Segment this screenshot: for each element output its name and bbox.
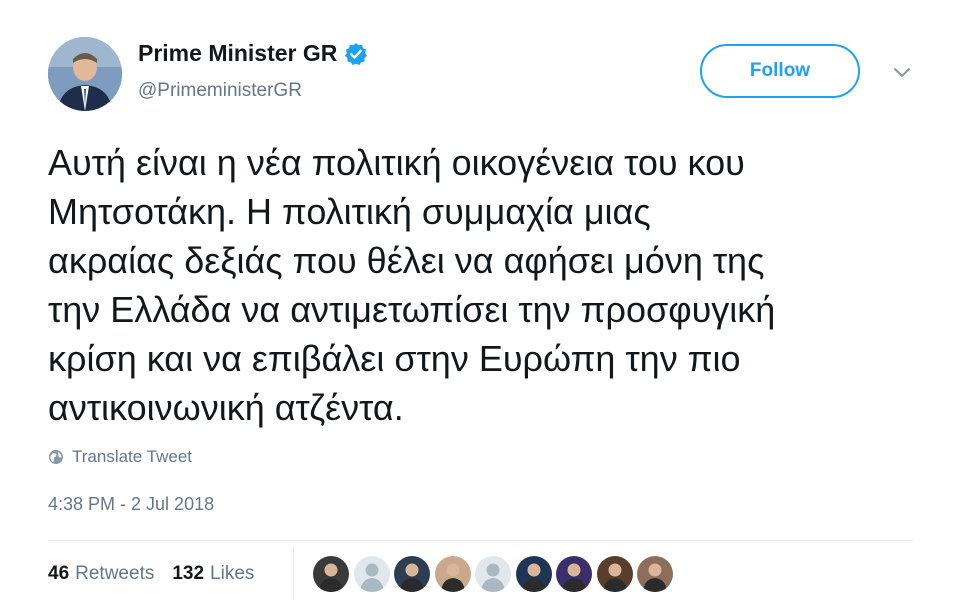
default-avatar-icon xyxy=(475,556,511,592)
retweets-label: Retweets xyxy=(75,563,155,584)
liker-avatar-icon xyxy=(313,556,349,592)
author-handle[interactable]: @PrimeministerGR xyxy=(138,80,302,102)
default-avatar-icon xyxy=(353,556,390,592)
tweet-text-line: Αυτή είναι η νέα πολιτική οικογένεια του… xyxy=(48,142,745,183)
stats-divider xyxy=(293,548,294,600)
likes-count: 132 xyxy=(172,563,205,584)
person-avatar-icon xyxy=(48,37,122,111)
liker-avatar[interactable] xyxy=(434,556,471,592)
retweets-stat[interactable]: 46 Retweets xyxy=(48,563,154,585)
author-display-name[interactable]: Prime Minister GR xyxy=(138,40,337,67)
liker-avatar[interactable] xyxy=(596,556,633,592)
author-avatar[interactable] xyxy=(48,37,122,111)
liker-avatar[interactable] xyxy=(394,556,430,592)
tweet-text-line: Μητσοτάκη. Η πολιτική συμμαχία μιας xyxy=(48,191,651,232)
likers-avatars xyxy=(313,556,678,592)
liker-avatar-icon xyxy=(434,556,471,592)
verified-badge-icon xyxy=(344,42,368,66)
tweet-text-line: κρίση και να επιβάλει στην Ευρώπη την πι… xyxy=(48,338,741,379)
liker-avatar[interactable] xyxy=(556,556,592,592)
liker-avatar[interactable] xyxy=(353,556,390,592)
tweet-card: Prime Minister GR @PrimeministerGR Follo… xyxy=(0,0,960,613)
liker-avatar[interactable] xyxy=(313,556,349,592)
liker-avatar-icon xyxy=(394,556,430,592)
translate-tweet-link[interactable]: Translate Tweet xyxy=(48,447,192,467)
likes-label: Likes xyxy=(210,563,255,584)
likes-stat[interactable]: 132 Likes xyxy=(172,563,254,585)
tweet-text-line: αντικοινωνική ατζέντα. xyxy=(48,387,404,428)
liker-avatar[interactable] xyxy=(515,556,552,592)
author-name-row[interactable]: Prime Minister GR xyxy=(138,40,368,67)
tweet-text: Αυτή είναι η νέα πολιτική οικογένεια του… xyxy=(48,138,928,432)
tweet-text-line: την Ελλάδα να αντιμετωπίσει την προσφυγι… xyxy=(48,289,776,330)
liker-avatar-icon xyxy=(596,556,633,592)
liker-avatar-icon xyxy=(515,556,552,592)
liker-avatar[interactable] xyxy=(475,556,511,592)
chevron-down-icon[interactable] xyxy=(892,66,912,80)
retweets-count: 46 xyxy=(48,563,70,584)
liker-avatar-icon xyxy=(556,556,592,592)
divider xyxy=(48,540,913,541)
liker-avatar-icon xyxy=(637,556,673,592)
globe-icon xyxy=(48,449,64,465)
tweet-text-line: ακραίας δεξιάς που θέλει να αφήσει μόνη … xyxy=(48,240,765,281)
follow-button[interactable]: Follow xyxy=(700,44,860,98)
tweet-timestamp[interactable]: 4:38 PM - 2 Jul 2018 xyxy=(48,494,214,515)
tweet-stats: 46 Retweets 132 Likes xyxy=(48,563,272,585)
translate-label[interactable]: Translate Tweet xyxy=(72,447,192,467)
liker-avatar[interactable] xyxy=(637,556,673,592)
